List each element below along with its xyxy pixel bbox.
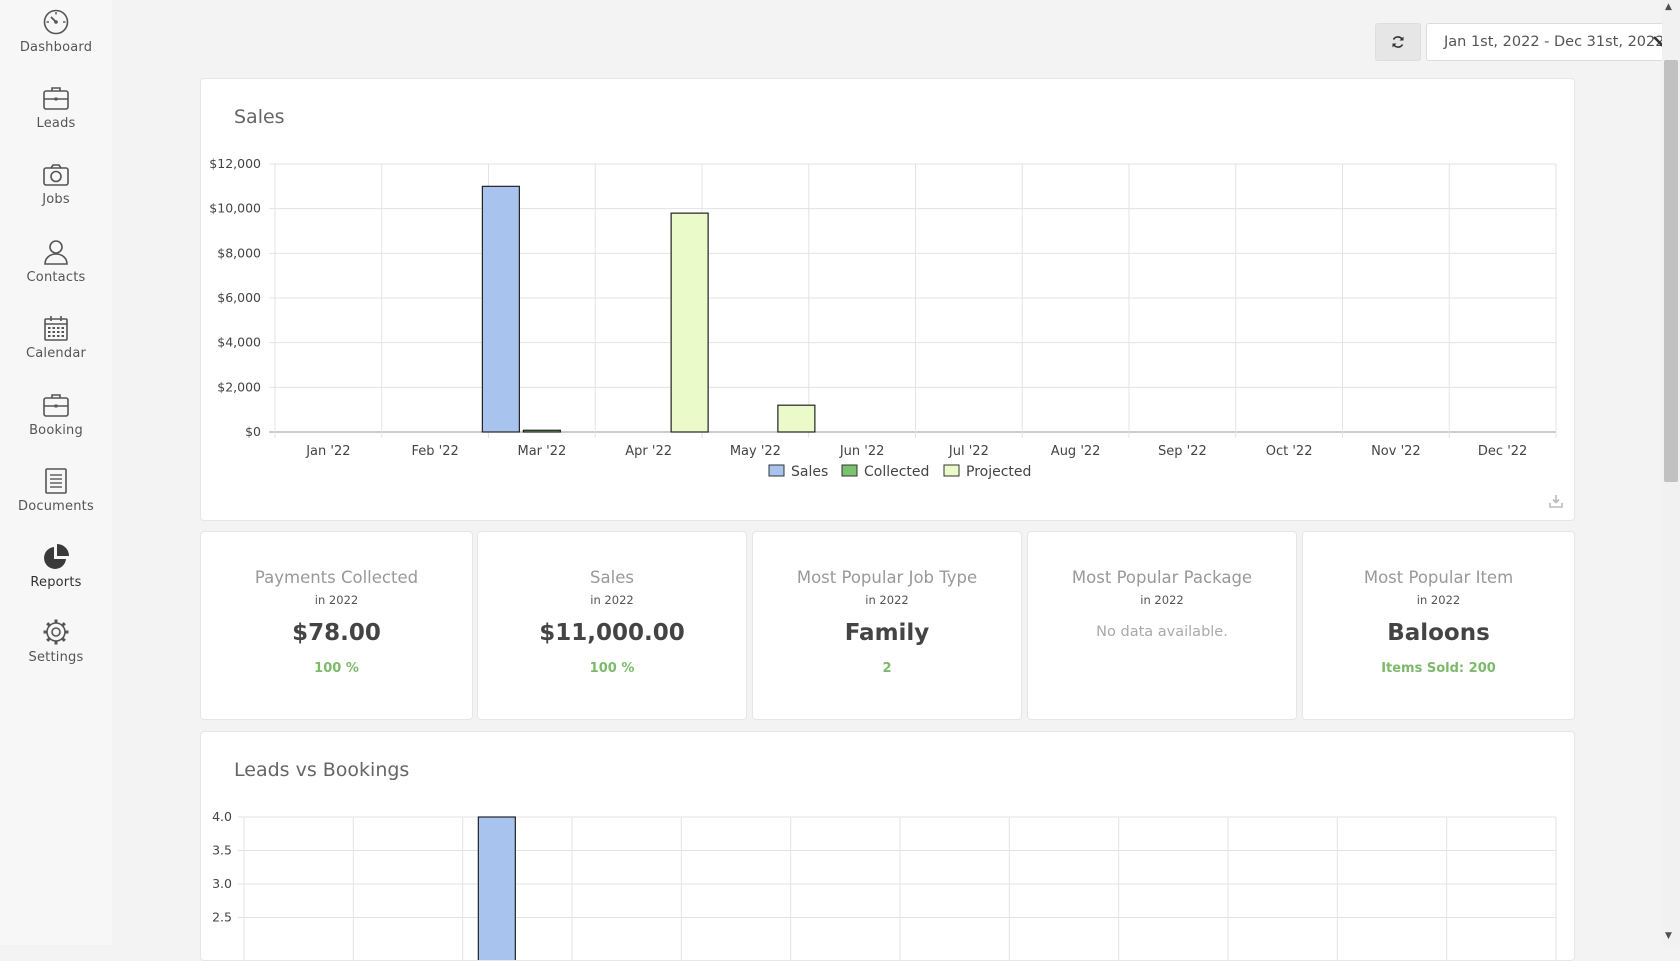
refresh-button[interactable] — [1375, 23, 1421, 61]
stat-card-sales: Sales in 2022 $11,000.00 100 % — [477, 531, 747, 720]
y-tick-label: $6,000 — [217, 290, 261, 305]
stat-extra: 2 — [882, 661, 892, 676]
sidebar-item-leads[interactable]: Leads — [0, 84, 112, 131]
legend-swatch — [768, 464, 785, 477]
stat-subtitle: in 2022 — [314, 593, 359, 607]
briefcase-icon — [43, 87, 69, 110]
refresh-icon — [1392, 36, 1404, 48]
stat-card-most-popular-item: Most Popular Item in 2022 Baloons Items … — [1302, 531, 1575, 720]
document-icon — [45, 468, 67, 494]
legend-label: Projected — [966, 464, 1031, 480]
y-tick-label: $2,000 — [217, 379, 261, 394]
stat-value: Baloons — [1387, 620, 1490, 646]
y-tick-label: 4.0 — [212, 809, 232, 824]
sidebar-item-label: Jobs — [42, 192, 70, 207]
sidebar-item-calendar[interactable]: Calendar — [0, 314, 112, 361]
sidebar-item-label: Leads — [36, 116, 76, 131]
stat-title: Most Popular Item — [1363, 568, 1514, 587]
bar-sales — [481, 185, 520, 433]
y-tick-label: $4,000 — [217, 335, 261, 350]
y-tick-label: $8,000 — [217, 245, 261, 260]
download-icon[interactable] — [1548, 493, 1564, 509]
stat-extra: 100 % — [314, 661, 359, 676]
stat-title: Most Popular Package — [1071, 568, 1253, 587]
sidebar-item-label: Reports — [30, 575, 82, 590]
calendar-icon — [44, 316, 68, 341]
stat-subtitle: in 2022 — [590, 593, 634, 607]
pie-chart-icon — [44, 544, 69, 569]
legend-label: Collected — [864, 464, 929, 480]
x-tick-label: Jan '22 — [305, 444, 350, 459]
legend-swatch — [943, 464, 960, 477]
date-range-picker[interactable]: Jan 1st, 2022 - Dec 31st, 2022 — [1426, 23, 1680, 61]
date-range-label: Jan 1st, 2022 - Dec 31st, 2022 — [1444, 34, 1665, 50]
sidebar-item-contacts[interactable]: Contacts — [0, 238, 112, 285]
x-tick-label: Oct '22 — [1266, 444, 1313, 459]
sales-chart: $0 $2,000 $4,000 $6,000 $8,000 $10,000 $12,000… — [209, 156, 1557, 480]
stat-extra: Items Sold: 200 — [1381, 661, 1496, 676]
y-tick-label: $10,000 — [209, 201, 261, 216]
stat-value: No data available. — [1096, 624, 1228, 640]
stat-extra: 100 % — [589, 661, 635, 676]
sidebar-item-documents[interactable]: Documents — [0, 467, 112, 514]
sidebar-item-reports[interactable]: Reports — [0, 543, 112, 590]
sidebar-item-label: Booking — [29, 423, 83, 438]
x-tick-label: Jun '22 — [839, 444, 885, 459]
camera-icon — [43, 164, 69, 186]
x-tick-label: Nov '22 — [1371, 444, 1421, 459]
x-tick-label: Aug '22 — [1051, 444, 1101, 459]
gear-icon — [43, 619, 69, 645]
gauge-icon — [43, 9, 69, 35]
sidebar-item-booking[interactable]: Booking — [0, 391, 112, 438]
sidebar-item-dashboard[interactable]: Dashboard — [0, 8, 112, 55]
y-tick-label: 3.5 — [212, 843, 232, 858]
stat-title: Most Popular Job Type — [796, 568, 978, 587]
x-tick-label: Apr '22 — [625, 444, 672, 459]
y-tick-label: $12,000 — [209, 156, 261, 171]
scrollbar-thumb[interactable] — [1664, 60, 1678, 482]
briefcase-icon — [43, 394, 69, 417]
x-tick-label: Jul '22 — [948, 444, 989, 459]
sidebar-item-label: Contacts — [26, 270, 86, 285]
legend-label: Sales — [791, 464, 828, 480]
stat-subtitle: in 2022 — [1416, 593, 1461, 607]
sales-chart-card: Sales $0 $2,000 $4,000 $6,000 $8,000 $10,000 $… — [200, 78, 1575, 521]
stat-value: Family — [844, 620, 930, 646]
stat-title: Sales — [590, 568, 634, 587]
bar-leads — [477, 816, 516, 960]
sidebar: Dashboard Leads Jobs Contacts Calendar B… — [0, 0, 112, 945]
legend-swatch — [841, 464, 858, 477]
stat-card-payments-collected: Payments Collected in 2022 $78.00 100 % — [200, 531, 473, 720]
leads-vs-bookings-card: Leads vs Bookings 2.5 3.0 3.5 4.0 — [200, 731, 1575, 961]
sidebar-item-jobs[interactable]: Jobs — [0, 162, 112, 207]
bar-projected — [777, 404, 816, 433]
bar-collected — [522, 429, 561, 433]
x-tick-label: Mar '22 — [517, 444, 566, 459]
stat-subtitle: in 2022 — [865, 593, 909, 607]
scroll-down-arrow[interactable]: ▼ — [1665, 931, 1672, 941]
x-tick-label: Dec '22 — [1478, 444, 1527, 459]
y-tick-label: 3.0 — [212, 876, 232, 891]
stat-card-most-popular-job-type: Most Popular Job Type in 2022 Family 2 — [752, 531, 1022, 720]
stat-value: $11,000.00 — [539, 620, 685, 646]
stat-title: Payments Collected — [254, 568, 419, 587]
x-tick-label: Feb '22 — [411, 444, 458, 459]
bar-projected — [670, 212, 709, 433]
user-icon — [44, 240, 68, 265]
y-tick-label: $0 — [245, 424, 261, 439]
stat-card-most-popular-package: Most Popular Package in 2022 No data ava… — [1027, 531, 1297, 720]
main-content: Jan 1st, 2022 - Dec 31st, 2022 Sales $0 $… — [112, 0, 1680, 961]
sidebar-item-label: Documents — [18, 499, 94, 514]
sidebar-item-settings[interactable]: Settings — [0, 618, 112, 665]
x-tick-label: May '22 — [730, 444, 781, 459]
stat-subtitle: in 2022 — [1140, 593, 1184, 607]
leads-vs-bookings-chart: 2.5 3.0 3.5 4.0 — [212, 809, 1557, 960]
sidebar-item-label: Dashboard — [19, 40, 93, 55]
scroll-up-arrow[interactable]: ▲ — [1665, 2, 1672, 12]
x-tick-label: Sep '22 — [1158, 444, 1207, 459]
stat-value: $78.00 — [292, 620, 381, 646]
sidebar-item-label: Calendar — [25, 346, 87, 361]
sidebar-item-label: Settings — [28, 650, 84, 665]
y-tick-label: 2.5 — [212, 910, 232, 925]
